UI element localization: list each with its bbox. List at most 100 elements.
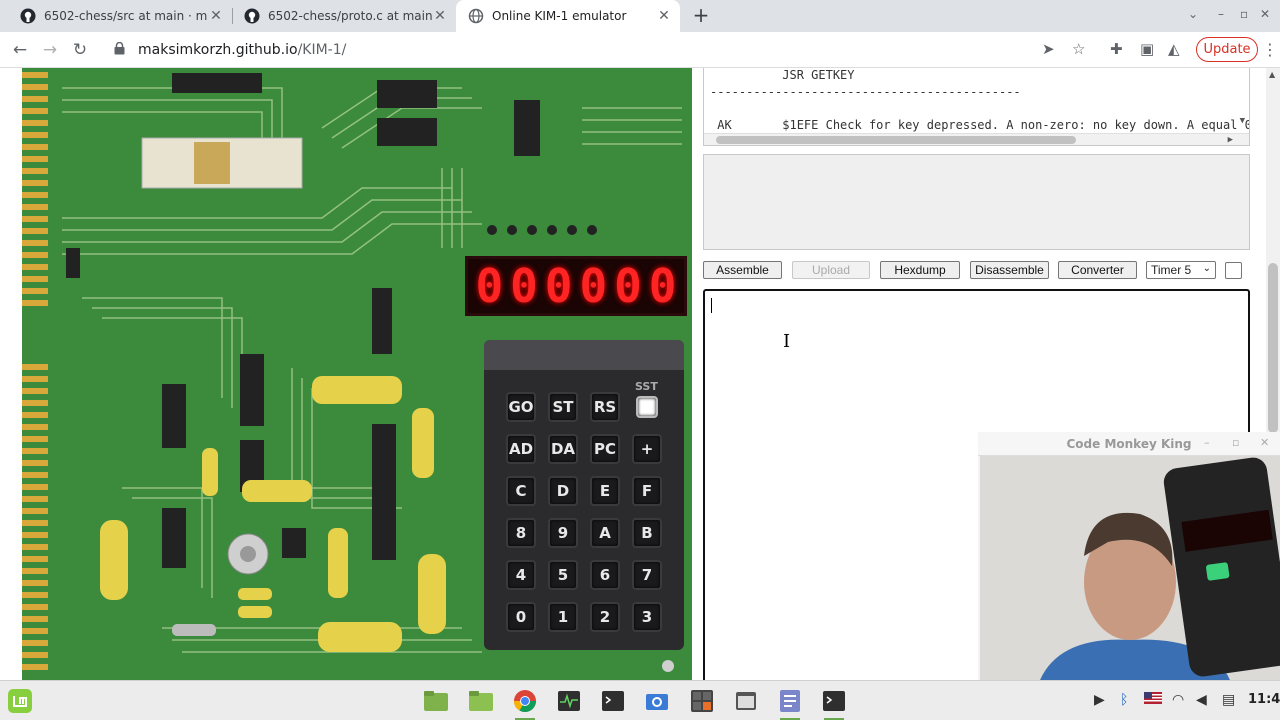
tab-search-icon[interactable]: ⌄ bbox=[1188, 7, 1198, 21]
chrome-icon[interactable] bbox=[511, 687, 539, 720]
key-ad[interactable]: AD bbox=[506, 434, 536, 464]
upload-button[interactable]: Upload bbox=[792, 261, 870, 279]
globe-icon bbox=[468, 8, 484, 24]
webcam-video bbox=[980, 456, 1280, 680]
key-8[interactable]: 8 bbox=[506, 518, 536, 548]
minimize-icon[interactable]: – bbox=[1204, 436, 1210, 449]
key-d[interactable]: D bbox=[548, 476, 578, 506]
kim1-board: 0 0 0 0 0 0 GO ST RS SST AD DA PC + C D … bbox=[22, 68, 692, 680]
tab-6502-chess-proto[interactable]: 6502-chess/proto.c at main · maksimkorzh… bbox=[232, 0, 456, 32]
key-6[interactable]: 6 bbox=[590, 560, 620, 590]
key-5[interactable]: 5 bbox=[548, 560, 578, 590]
key-da[interactable]: DA bbox=[548, 434, 578, 464]
led-display: 0 0 0 0 0 0 bbox=[465, 256, 687, 316]
url-path: /KIM-1/ bbox=[297, 42, 347, 58]
key-sst-toggle[interactable] bbox=[636, 396, 658, 418]
text-editor-icon[interactable] bbox=[776, 687, 804, 720]
files-icon[interactable] bbox=[422, 687, 450, 715]
hexdump-button[interactable]: Hexdump bbox=[880, 261, 960, 279]
key-c[interactable]: C bbox=[506, 476, 536, 506]
terminal-icon[interactable] bbox=[599, 687, 627, 715]
terminal-icon[interactable] bbox=[820, 687, 848, 720]
reload-icon[interactable]: ↻ bbox=[68, 38, 92, 62]
scrollbar-thumb[interactable] bbox=[1268, 263, 1278, 433]
key-7[interactable]: 7 bbox=[632, 560, 662, 590]
maximize-icon[interactable]: ▫ bbox=[1240, 7, 1248, 21]
window-icon[interactable] bbox=[732, 687, 760, 715]
camera-icon[interactable]: ▶ bbox=[1094, 692, 1105, 708]
bluetooth-icon[interactable]: ᛒ bbox=[1120, 692, 1128, 708]
close-icon[interactable]: ✕ bbox=[656, 8, 672, 24]
sst-label: SST bbox=[635, 380, 658, 393]
profile-icon[interactable]: ◭ bbox=[1168, 40, 1180, 58]
menu-icon[interactable]: ⋮ bbox=[1262, 40, 1278, 59]
volume-icon[interactable]: ◀ bbox=[1196, 692, 1207, 708]
output-box bbox=[703, 154, 1250, 250]
system-monitor-icon[interactable] bbox=[555, 687, 583, 715]
assemble-button[interactable]: Assemble bbox=[703, 261, 782, 279]
url-input[interactable]: maksimkorzh.github.io/KIM-1/ bbox=[102, 36, 1098, 64]
calculator-icon[interactable] bbox=[688, 687, 716, 715]
led-digit: 0 bbox=[544, 259, 573, 313]
key-st[interactable]: ST bbox=[548, 392, 578, 422]
update-button[interactable]: Update bbox=[1196, 37, 1258, 62]
extensions-icon[interactable]: ✚ bbox=[1110, 40, 1123, 58]
folder-icon[interactable] bbox=[467, 687, 495, 715]
close-icon[interactable]: ✕ bbox=[1260, 436, 1269, 449]
key-e[interactable]: E bbox=[590, 476, 620, 506]
chevron-down-icon: ⌄ bbox=[1202, 263, 1211, 274]
key-f[interactable]: F bbox=[632, 476, 662, 506]
key-0[interactable]: 0 bbox=[506, 602, 536, 632]
horizontal-scrollbar[interactable] bbox=[704, 133, 1249, 145]
forward-icon[interactable]: → bbox=[38, 38, 62, 62]
key-pc[interactable]: PC bbox=[590, 434, 620, 464]
timer-select[interactable]: Timer 5 ⌄ bbox=[1146, 261, 1216, 279]
listing-pane[interactable]: JSR GETKEY -----------------------------… bbox=[703, 68, 1250, 146]
maximize-icon[interactable]: ▫ bbox=[1232, 436, 1239, 449]
kim1-keypad: GO ST RS SST AD DA PC + C D E F 8 9 A B … bbox=[484, 340, 684, 650]
listing-line: AK $1EFE Check for key depressed. A non-… bbox=[710, 118, 1250, 132]
key-4[interactable]: 4 bbox=[506, 560, 536, 590]
minimize-icon[interactable]: – bbox=[1218, 7, 1224, 21]
converter-button[interactable]: Converter bbox=[1058, 261, 1137, 279]
close-icon[interactable]: ✕ bbox=[432, 8, 448, 24]
side-panel-icon[interactable]: ▣ bbox=[1140, 40, 1154, 58]
scroll-right-icon[interactable]: ▶ bbox=[1228, 135, 1233, 145]
browser-tab-bar: 6502-chess/src at main · maksimkorzh/650… bbox=[0, 0, 1280, 32]
option-checkbox[interactable] bbox=[1225, 262, 1242, 279]
new-tab-button[interactable]: + bbox=[690, 5, 712, 27]
send-icon[interactable]: ➤ bbox=[1042, 40, 1055, 58]
clipboard-icon[interactable]: ▤ bbox=[1222, 692, 1235, 708]
back-icon[interactable]: ← bbox=[8, 38, 32, 62]
flag-icon[interactable] bbox=[1144, 692, 1162, 708]
page-margin bbox=[0, 68, 22, 680]
timer-select-value: Timer 5 bbox=[1151, 263, 1192, 277]
tab-kim1-emulator[interactable]: Online KIM-1 emulator ✕ bbox=[456, 0, 680, 32]
github-icon bbox=[244, 8, 260, 24]
webcam-window[interactable]: Code Monkey King – ▫ ✕ bbox=[978, 432, 1280, 680]
clock[interactable]: 11:42 bbox=[1248, 692, 1280, 707]
text-caret bbox=[711, 298, 712, 313]
mint-menu-icon[interactable] bbox=[6, 687, 34, 715]
scrollbar-thumb[interactable] bbox=[716, 136, 1076, 144]
key-a[interactable]: A bbox=[590, 518, 620, 548]
tab-title: Online KIM-1 emulator bbox=[492, 9, 627, 23]
scroll-up-icon[interactable]: ▲ bbox=[1269, 70, 1275, 79]
key-1[interactable]: 1 bbox=[548, 602, 578, 632]
taskbar: ▶ ᛒ ◠ ◀ ▤ 11:42 bbox=[0, 680, 1280, 720]
key-go[interactable]: GO bbox=[506, 392, 536, 422]
key-3[interactable]: 3 bbox=[632, 602, 662, 632]
wifi-icon[interactable]: ◠ bbox=[1172, 692, 1184, 708]
screenshot-icon[interactable] bbox=[643, 687, 671, 715]
key-rs[interactable]: RS bbox=[590, 392, 620, 422]
disassemble-button[interactable]: Disassemble bbox=[970, 261, 1049, 279]
close-window-icon[interactable]: ✕ bbox=[1260, 7, 1270, 21]
bookmark-star-icon[interactable]: ☆ bbox=[1072, 40, 1085, 58]
key-9[interactable]: 9 bbox=[548, 518, 578, 548]
close-icon[interactable]: ✕ bbox=[208, 8, 224, 24]
key-2[interactable]: 2 bbox=[590, 602, 620, 632]
tab-6502-chess-src[interactable]: 6502-chess/src at main · maksimkorzh/650… bbox=[8, 0, 232, 32]
scroll-down-icon[interactable]: ▼ bbox=[1240, 116, 1245, 126]
key-plus[interactable]: + bbox=[632, 434, 662, 464]
key-b[interactable]: B bbox=[632, 518, 662, 548]
